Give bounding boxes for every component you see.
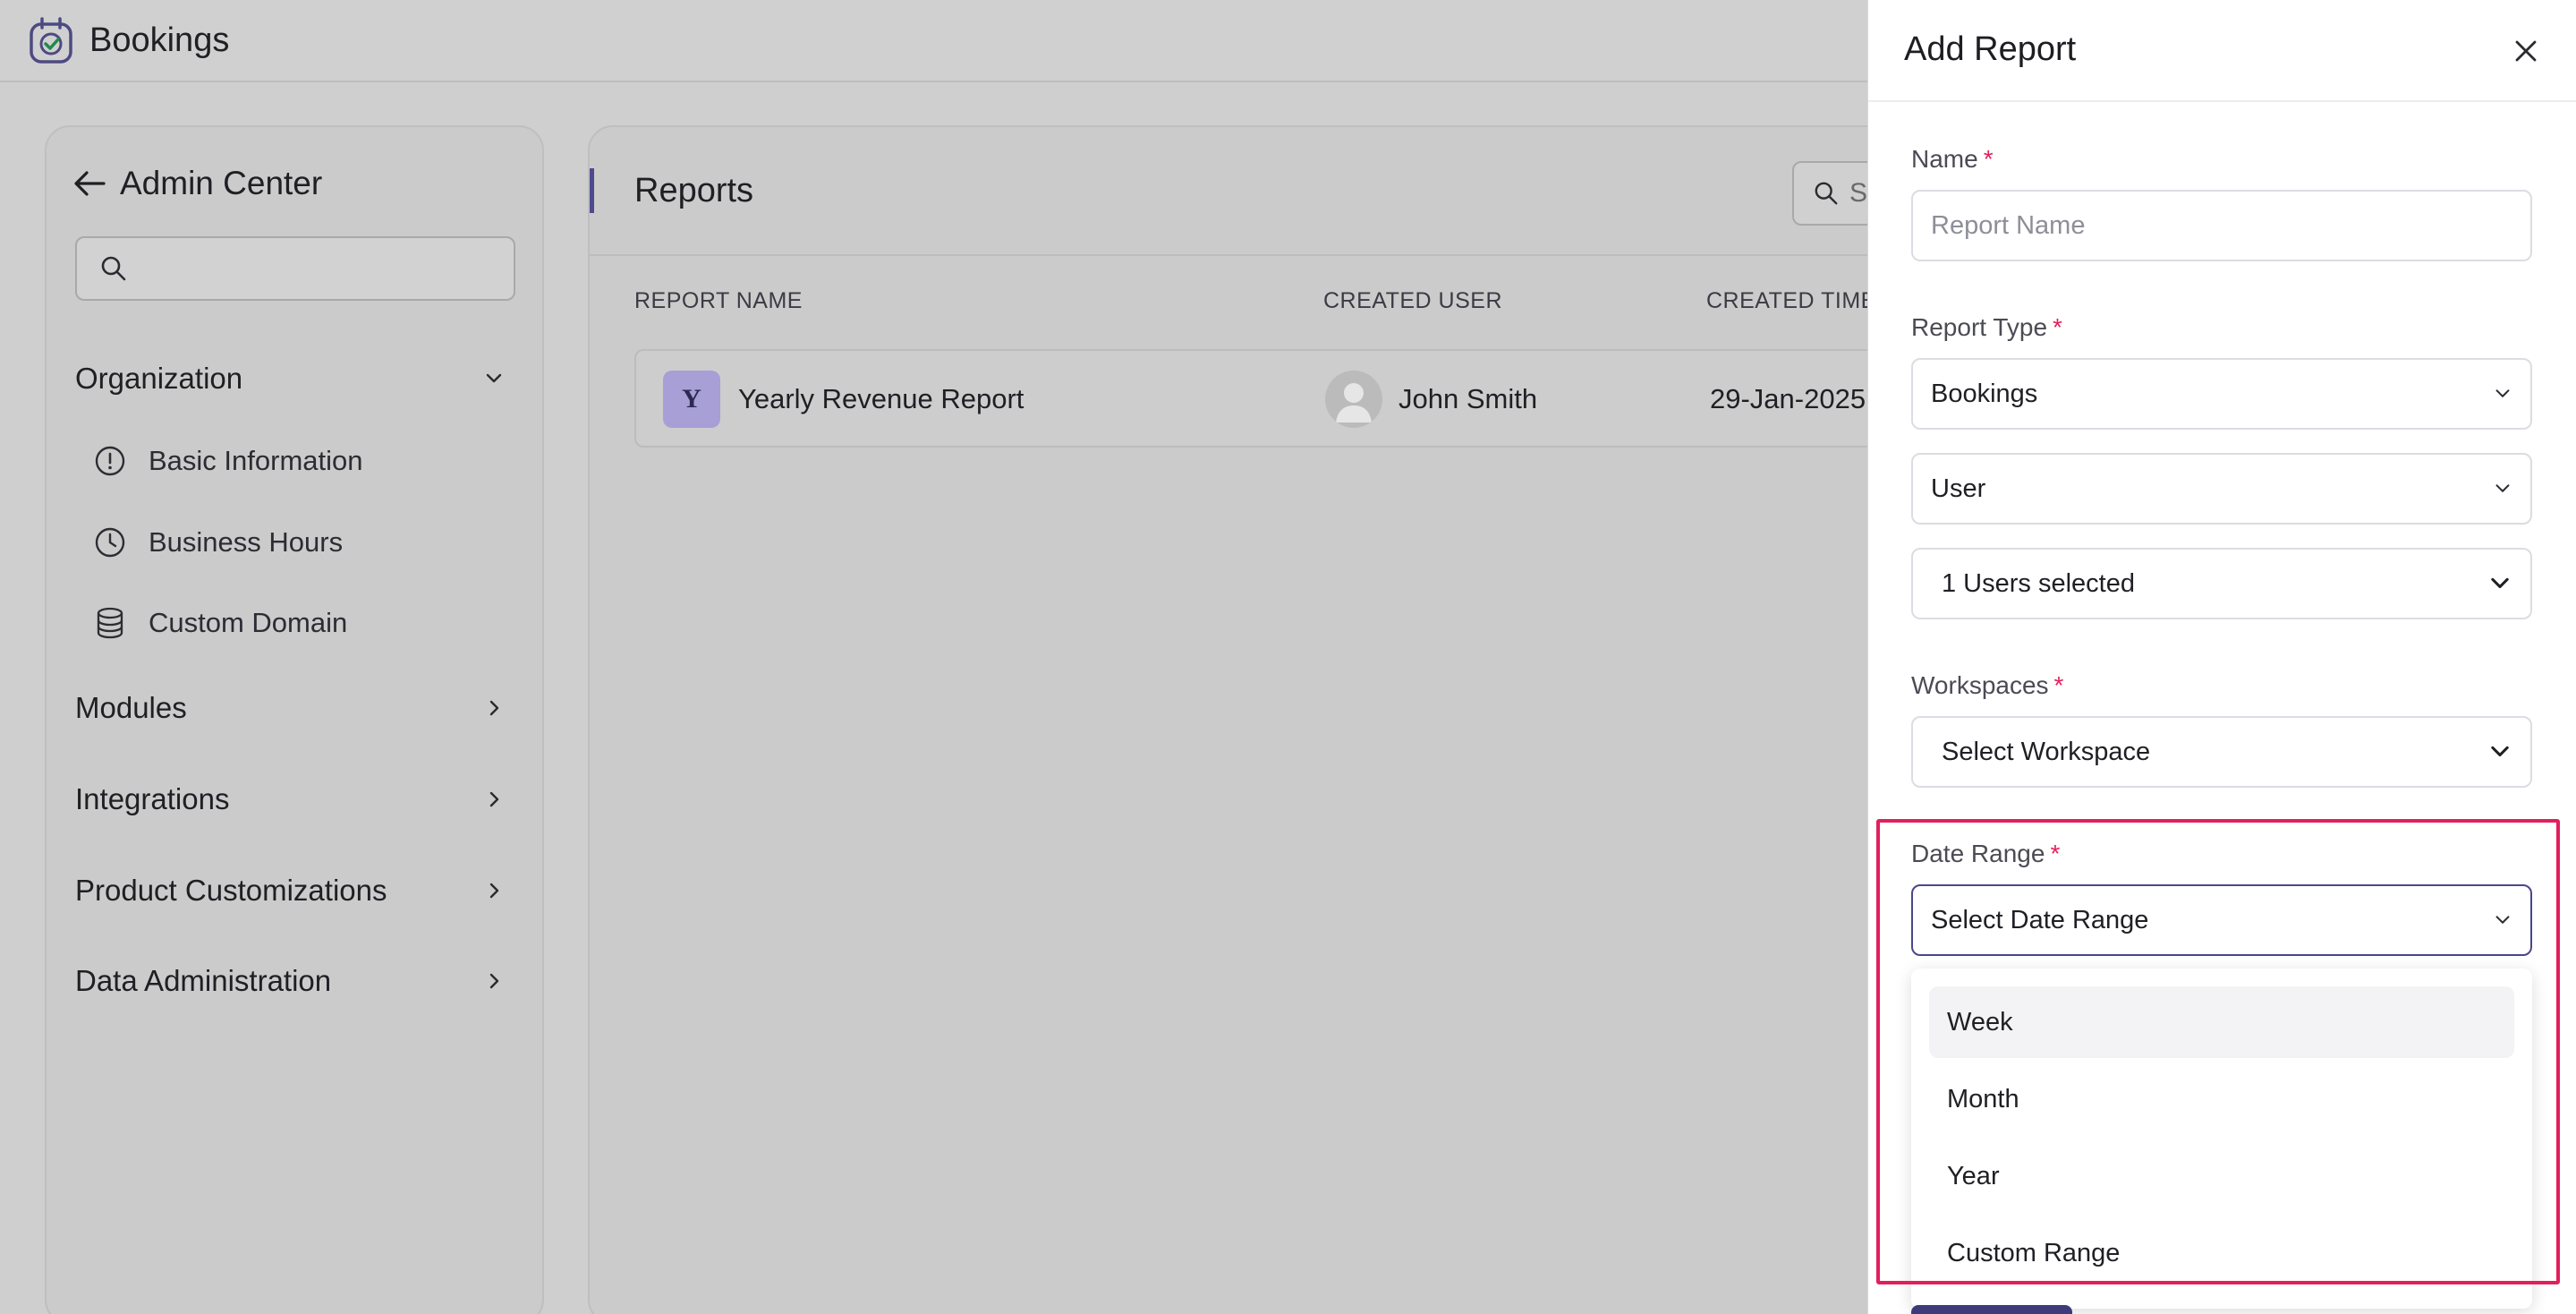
- chevron-down-icon: [2495, 389, 2510, 397]
- required-mark: *: [2053, 671, 2064, 699]
- sidebar-search-input[interactable]: [140, 238, 514, 299]
- date-range-value: Select Date Range: [1931, 905, 2149, 934]
- report-subtype-select[interactable]: User: [1911, 453, 2532, 525]
- sidebar-group-label: Modules: [75, 691, 187, 724]
- date-range-option-custom-range[interactable]: Custom Range: [1929, 1217, 2514, 1289]
- search-icon: [1815, 182, 1838, 205]
- sidebar-item-basic-information[interactable]: Basic Information: [93, 444, 363, 478]
- date-range-select[interactable]: Select Date Range: [1911, 884, 2532, 956]
- report-type-value: Bookings: [1931, 379, 2038, 408]
- clock-icon: [93, 525, 127, 559]
- sidebar-item-label: Basic Information: [149, 445, 363, 476]
- date-range-option-week[interactable]: Week: [1929, 986, 2514, 1058]
- reports-accent-bar: [590, 168, 594, 213]
- chevron-down-icon: [2495, 484, 2510, 492]
- date-range-label: Date Range *: [1911, 840, 2060, 868]
- users-selected-value: 1 Users selected: [1942, 568, 2135, 598]
- sidebar-search[interactable]: [75, 236, 515, 301]
- sidebar-item-label: Custom Domain: [149, 607, 348, 638]
- chevron-down-icon: [486, 373, 502, 383]
- avatar: [1325, 371, 1382, 428]
- name-label: Name *: [1911, 145, 1994, 174]
- workspace-select[interactable]: Select Workspace: [1911, 716, 2532, 788]
- report-type-label: Report Type *: [1911, 313, 2062, 342]
- workspace-value: Select Workspace: [1942, 737, 2151, 766]
- date-range-option-month[interactable]: Month: [1929, 1063, 2514, 1135]
- users-multiselect[interactable]: 1 Users selected: [1911, 548, 2532, 619]
- sidebar-group-label: Data Administration: [75, 964, 332, 997]
- chevron-down-icon: [2491, 577, 2509, 589]
- arrow-left-icon: [74, 171, 106, 196]
- report-name-input[interactable]: [1931, 192, 2512, 260]
- workspaces-label-text: Workspaces: [1911, 671, 2049, 699]
- required-mark: *: [1983, 145, 1994, 173]
- search-icon: [101, 256, 126, 281]
- sidebar-group-modules[interactable]: Modules: [75, 691, 505, 725]
- report-name: Yearly Revenue Report: [738, 383, 1024, 414]
- created-time: 29-Jan-2025 1: [1710, 383, 1889, 414]
- bookings-logo-icon: [30, 17, 72, 64]
- close-icon[interactable]: [2509, 34, 2543, 68]
- sidebar-group-label: Product Customizations: [75, 874, 387, 907]
- column-header-report-name: REPORT NAME: [634, 288, 803, 313]
- admin-center-label: Admin Center: [120, 165, 323, 201]
- name-label-text: Name: [1911, 145, 1978, 173]
- required-mark: *: [2050, 840, 2061, 867]
- reports-search-text: S: [1849, 178, 1868, 208]
- sidebar-group-label: Organization: [75, 362, 243, 395]
- date-range-label-text: Date Range: [1911, 840, 2045, 867]
- sidebar-group-label: Integrations: [75, 782, 230, 815]
- chevron-right-icon: [489, 973, 499, 989]
- chevron-right-icon: [489, 883, 499, 899]
- admin-sidebar: Admin Center Organization Basic Informat…: [45, 125, 544, 1314]
- report-badge: Y: [663, 371, 720, 428]
- drawer-header: Add Report: [1868, 0, 2576, 102]
- date-range-dropdown: Week Month Year Custom Range: [1911, 968, 2532, 1309]
- page-title: Reports: [634, 172, 754, 209]
- sidebar-item-label: Business Hours: [149, 526, 344, 558]
- table-row[interactable]: Y Yearly Revenue Report John Smith 29-Ja…: [634, 349, 2018, 448]
- chevron-down-icon: [2495, 916, 2510, 924]
- app-title: Bookings: [89, 21, 230, 59]
- created-user: John Smith: [1399, 383, 1538, 414]
- sidebar-group-organization[interactable]: Organization: [75, 362, 505, 396]
- back-to-admin-center[interactable]: Admin Center: [73, 165, 322, 202]
- chevron-right-icon: [489, 791, 499, 807]
- required-mark: *: [2053, 313, 2062, 341]
- report-name-field[interactable]: [1911, 190, 2532, 261]
- report-type-select[interactable]: Bookings: [1911, 358, 2532, 430]
- column-header-created-time: CREATED TIME: [1706, 288, 1876, 313]
- header-divider: [590, 254, 2018, 256]
- workspaces-label: Workspaces *: [1911, 671, 2063, 700]
- date-range-option-year[interactable]: Year: [1929, 1140, 2514, 1212]
- database-icon: [93, 606, 127, 640]
- drawer-title: Add Report: [1904, 30, 2077, 68]
- column-header-created-user: CREATED USER: [1323, 288, 1503, 313]
- submit-button[interactable]: [1911, 1305, 2072, 1314]
- sidebar-group-data-administration[interactable]: Data Administration: [75, 964, 505, 998]
- sidebar-item-custom-domain[interactable]: Custom Domain: [93, 606, 347, 640]
- report-subtype-value: User: [1931, 474, 1986, 503]
- chevron-down-icon: [2491, 746, 2509, 757]
- sidebar-item-business-hours[interactable]: Business Hours: [93, 525, 343, 559]
- info-circle-icon: [93, 444, 127, 478]
- sidebar-group-product-customizations[interactable]: Product Customizations: [75, 874, 505, 908]
- report-type-label-text: Report Type: [1911, 313, 2048, 341]
- add-report-drawer: Add Report Name* Report Type* Bookings U…: [1867, 0, 2576, 1314]
- chevron-right-icon: [489, 700, 499, 716]
- reports-panel: Reports S REPORT NAME CREATED USER CREAT…: [588, 125, 2019, 1314]
- sidebar-group-integrations[interactable]: Integrations: [75, 782, 505, 816]
